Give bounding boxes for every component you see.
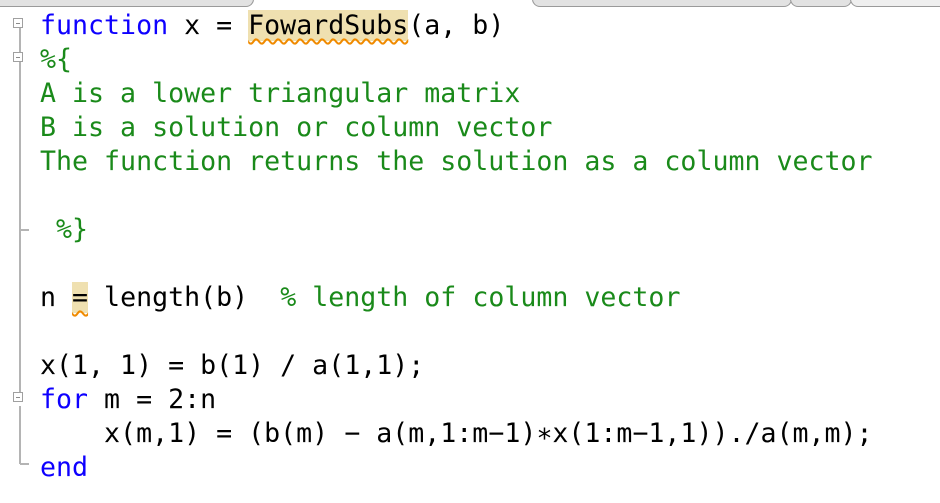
editor-tab[interactable] — [532, 0, 792, 7]
fold-end-marker — [20, 463, 29, 465]
code-editor[interactable]: function x = FowardSubs(a, b) %{ A is a … — [0, 8, 940, 503]
assignment-warning[interactable]: = — [72, 282, 89, 313]
editor-tab[interactable] — [790, 0, 852, 7]
inline-comment: % length of column vector — [280, 282, 681, 313]
editor-tab-bar — [0, 0, 940, 8]
code-line-2: %{ — [40, 44, 73, 75]
code-text: n — [40, 282, 73, 313]
editor-tab[interactable] — [0, 0, 254, 7]
code-line-11: x(1, 1) = b(1) / a(1,1); — [40, 350, 425, 381]
code-line-12: for m = 2:n — [40, 383, 216, 417]
code-line-3: A is a lower triangular matrix — [40, 78, 521, 109]
code-line-7: %} — [40, 214, 89, 245]
code-line-13: x(m,1) = (b(m) − a(m,1:m−1)∗x(1:m−1,1)).… — [40, 418, 873, 449]
code-line-4: B is a solution or column vector — [40, 112, 553, 143]
fold-guide-for — [19, 406, 21, 464]
function-name-warning[interactable]: FowardSubs — [248, 10, 409, 41]
fold-toggle-icon[interactable] — [13, 392, 23, 402]
fold-toggle-icon[interactable] — [13, 52, 23, 62]
code-line-9: n = length(b) % length of column vector — [40, 281, 680, 315]
keyword: function — [40, 10, 169, 41]
code-text: length(b) — [88, 282, 281, 313]
editor-tab-active[interactable] — [850, 0, 940, 7]
code-text: (a, b) — [408, 10, 505, 41]
keyword: for — [40, 384, 89, 415]
fold-toggle-icon[interactable] — [13, 18, 23, 28]
code-text: x = — [168, 10, 249, 41]
code-line-14: end — [40, 452, 89, 483]
code-line-5: The function returns the solution as a c… — [40, 146, 873, 177]
fold-end-marker — [20, 229, 29, 231]
code-text: m = 2:n — [88, 384, 217, 415]
code-line-1: function x = FowardSubs(a, b) — [40, 9, 504, 43]
fold-guide-body — [19, 238, 21, 398]
